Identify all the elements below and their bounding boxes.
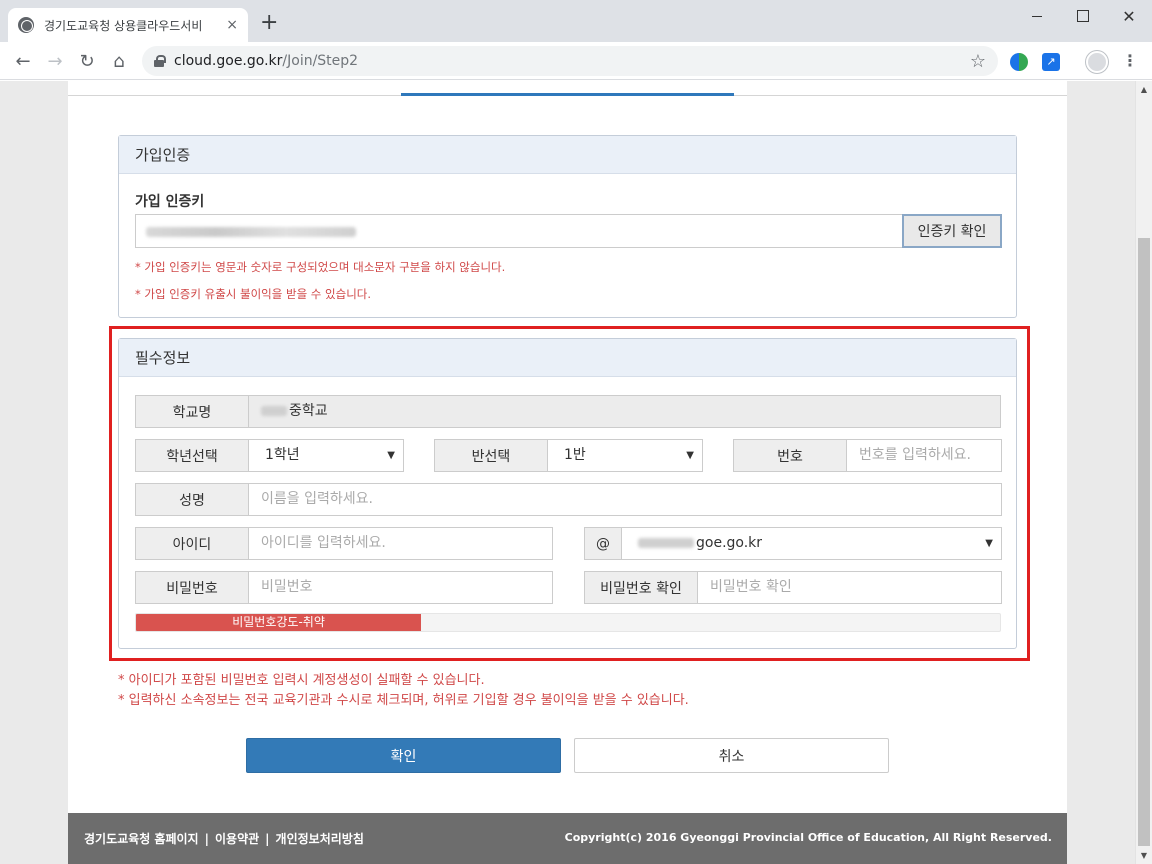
userid-input[interactable]: 아이디를 입력하세요. (248, 527, 553, 560)
auth-key-label: 가입 인증키 (135, 194, 205, 210)
grade-select[interactable]: 1학년 ▼ (248, 439, 404, 472)
cancel-button[interactable]: 취소 (574, 738, 889, 773)
lock-icon (154, 55, 166, 67)
number-field: 번호 번호를 입력하세요. (733, 439, 1002, 472)
new-tab-button[interactable]: + (260, 12, 278, 34)
school-field: 학교명 중학교 (135, 395, 1001, 428)
scroll-down-arrow-icon[interactable]: ▼ (1136, 847, 1152, 864)
minimize-button[interactable] (1014, 0, 1060, 32)
school-label: 학교명 (135, 395, 248, 428)
page-content: 가입인증 가입 인증키 인증키 확인 * 가입 인증키는 영문과 숫자로 구성되… (68, 81, 1067, 864)
redacted-school (261, 406, 287, 416)
active-step-indicator (401, 93, 734, 96)
password-confirm-label: 비밀번호 확인 (584, 571, 697, 604)
tab-close-icon[interactable]: × (226, 17, 238, 33)
name-label: 성명 (135, 483, 248, 516)
window-close-button[interactable]: ✕ (1106, 0, 1152, 32)
required-panel-title: 필수정보 (119, 339, 1016, 377)
footer-separator: | (265, 832, 270, 846)
notice-password: * 아이디가 포함된 비밀번호 입력시 계정생성이 실패할 수 있습니다. (118, 673, 485, 688)
class-field: 반선택 1반 ▼ (434, 439, 703, 472)
domain-field: @ goe.go.kr ▼ (584, 527, 1002, 560)
menu-icon[interactable]: ⋮ (1122, 52, 1138, 70)
password-input[interactable]: 비밀번호 (248, 571, 553, 604)
auth-key-input[interactable] (135, 214, 903, 248)
back-arrow-icon[interactable]: ← (10, 48, 36, 74)
scroll-up-arrow-icon[interactable]: ▲ (1136, 81, 1152, 98)
password-confirm-input[interactable]: 비밀번호 확인 (697, 571, 1002, 604)
footer-link-privacy[interactable]: 개인정보처리방침 (276, 832, 364, 846)
url-host: cloud.goe.go.kr (174, 53, 283, 69)
home-icon[interactable]: ⌂ (106, 48, 132, 74)
site-footer: 경기도교육청 홈페이지 | 이용약관 | 개인정보처리방침 Copyright(c) 2… (68, 813, 1067, 864)
profile-icon[interactable] (1086, 51, 1108, 73)
school-value: 중학교 (248, 395, 1001, 428)
address-bar[interactable]: cloud.goe.go.kr /Join/Step2 ☆ (142, 46, 998, 76)
name-input[interactable]: 이름을 입력하세요. (248, 483, 1002, 516)
scroll-thumb[interactable] (1138, 238, 1150, 846)
browser-toolbar: ← → ↻ ⌂ cloud.goe.go.kr /Join/Step2 ☆ ↗ … (0, 42, 1152, 80)
extension-chart-icon[interactable]: ↗ (1042, 53, 1060, 71)
footer-separator: | (204, 832, 209, 846)
globe-icon (18, 17, 34, 33)
password-confirm-field: 비밀번호 확인 비밀번호 확인 (584, 571, 1002, 604)
footer-link-terms[interactable]: 이용약관 (215, 832, 259, 846)
notice-affiliation: * 입력하신 소속정보는 전국 교육기관과 수시로 체크되며, 허위로 기입할 … (118, 693, 689, 708)
dropdown-arrow-icon: ▼ (985, 538, 993, 549)
reload-icon[interactable]: ↻ (74, 48, 100, 74)
password-field: 비밀번호 비밀번호 (135, 571, 553, 604)
auth-note-leak: * 가입 인증키 유출시 불이익을 받을 수 있습니다. (135, 287, 372, 301)
footer-copyright: Copyright(c) 2016 Gyeonggi Provincial Of… (564, 831, 1052, 844)
userid-field: 아이디 아이디를 입력하세요. (135, 527, 553, 560)
number-label: 번호 (733, 439, 846, 472)
forward-arrow-icon[interactable]: → (42, 48, 68, 74)
maximize-button[interactable] (1060, 0, 1106, 32)
bookmark-star-icon[interactable]: ☆ (970, 51, 986, 72)
domain-select[interactable]: goe.go.kr ▼ (621, 527, 1002, 560)
extension-icon[interactable] (1010, 53, 1028, 71)
auth-note-format: * 가입 인증키는 영문과 숫자로 구성되었으며 대소문자 구분을 하지 않습니… (135, 260, 506, 274)
footer-links: 경기도교육청 홈페이지 | 이용약관 | 개인정보처리방침 (84, 830, 364, 847)
verify-key-button[interactable]: 인증키 확인 (902, 214, 1002, 248)
page-viewport: 가입인증 가입 인증키 인증키 확인 * 가입 인증키는 영문과 숫자로 구성되… (0, 81, 1135, 864)
vertical-scrollbar[interactable]: ▲ ▼ (1135, 81, 1152, 864)
dropdown-arrow-icon: ▼ (387, 450, 395, 461)
password-label: 비밀번호 (135, 571, 248, 604)
url-path: /Join/Step2 (282, 53, 359, 69)
class-select[interactable]: 1반 ▼ (547, 439, 703, 472)
grade-label: 학년선택 (135, 439, 248, 472)
number-input[interactable]: 번호를 입력하세요. (846, 439, 1002, 472)
name-field: 성명 이름을 입력하세요. (135, 483, 1002, 516)
confirm-button[interactable]: 확인 (246, 738, 561, 773)
class-label: 반선택 (434, 439, 547, 472)
auth-panel: 가입인증 가입 인증키 인증키 확인 * 가입 인증키는 영문과 숫자로 구성되… (118, 135, 1017, 318)
browser-titlebar: 경기도교육청 상용클라우드서비 × + ✕ (0, 0, 1152, 42)
auth-panel-title: 가입인증 (119, 136, 1016, 174)
userid-label: 아이디 (135, 527, 248, 560)
redacted-key (146, 226, 356, 237)
grade-field: 학년선택 1학년 ▼ (135, 439, 404, 472)
password-strength-bar: 비밀번호강도-취약 (135, 613, 1001, 632)
required-info-panel: 필수정보 학교명 중학교 학년선택 1학년 ▼ 반선택 1반 ▼ 번호 번호를 입력… (118, 338, 1017, 649)
footer-link-homepage[interactable]: 경기도교육청 홈페이지 (84, 832, 199, 846)
at-sign-label: @ (584, 527, 621, 560)
redacted-domain (638, 538, 694, 548)
browser-tab[interactable]: 경기도교육청 상용클라우드서비 × (8, 8, 248, 42)
dropdown-arrow-icon: ▼ (686, 450, 694, 461)
password-strength-fill: 비밀번호강도-취약 (136, 614, 422, 631)
tab-title: 경기도교육청 상용클라우드서비 (44, 18, 203, 33)
